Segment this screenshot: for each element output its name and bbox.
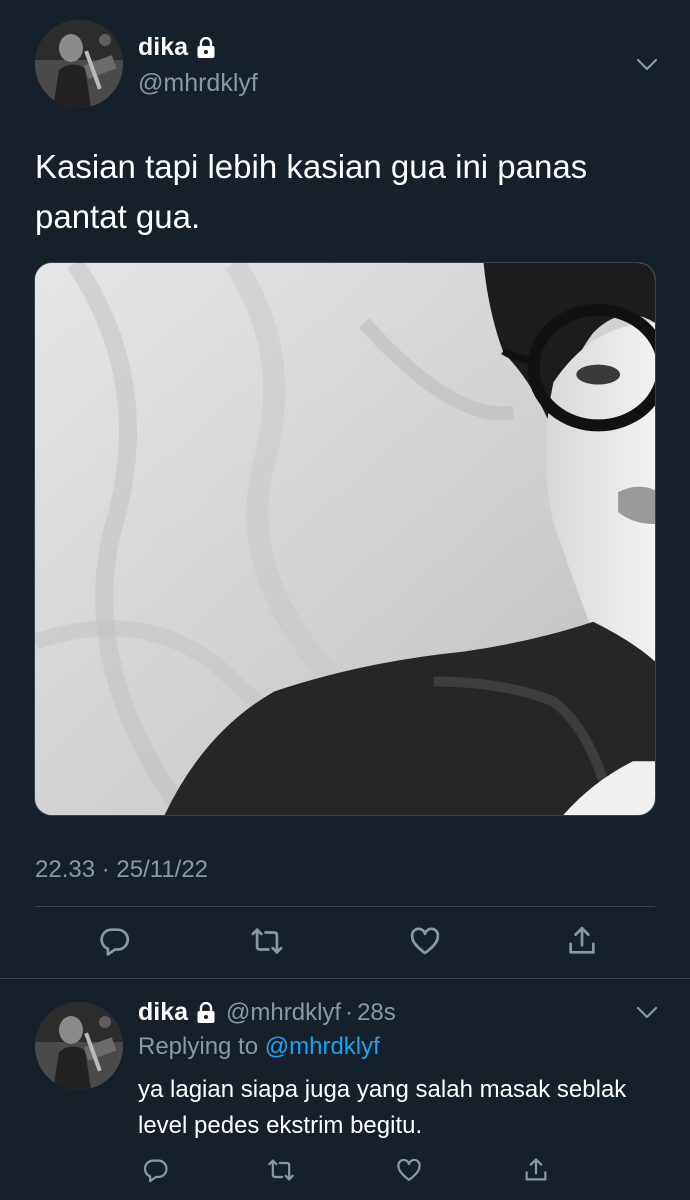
like-icon[interactable] <box>395 1156 423 1184</box>
tweet-photo[interactable] <box>34 262 656 816</box>
reply-icon[interactable] <box>142 1156 170 1184</box>
author-handle[interactable]: @mhrdklyf <box>226 999 341 1027</box>
retweet-icon[interactable] <box>250 924 284 958</box>
avatar[interactable] <box>35 20 123 108</box>
separator-dot: · <box>345 998 354 1026</box>
share-icon[interactable] <box>565 924 599 958</box>
author-handle[interactable]: @mhrdklyf <box>138 69 258 98</box>
share-icon[interactable] <box>522 1156 550 1184</box>
avatar[interactable] <box>35 1002 123 1090</box>
display-name[interactable]: dika <box>138 998 188 1027</box>
reply-author-row[interactable]: dika @mhrdklyf · 28s <box>138 998 396 1027</box>
replying-prefix: Replying to <box>138 1033 259 1060</box>
chevron-down-icon[interactable] <box>636 58 658 72</box>
tweet-text: Kasian tapi lebih kasian gua ini panas p… <box>35 148 588 235</box>
lock-icon <box>196 36 216 59</box>
chevron-down-icon[interactable] <box>636 1006 658 1020</box>
like-icon[interactable] <box>408 924 442 958</box>
reply-text: ya lagian siapa juga yang salah masak se… <box>138 1076 627 1139</box>
display-name[interactable]: dika <box>138 33 188 62</box>
reply-time[interactable]: 28s <box>357 999 396 1027</box>
tweet-timestamp[interactable]: 22.33 · 25/11/22 <box>35 856 208 884</box>
divider <box>0 978 690 979</box>
author-name-row[interactable]: dika <box>138 33 216 62</box>
tweet-detail-screen: dika @mhrdklyf Kasian tapi lebih kasian … <box>0 0 690 1200</box>
divider <box>35 906 655 907</box>
replying-to-link[interactable]: @mhrdklyf <box>265 1033 380 1060</box>
replying-to-line: Replying to @mhrdklyf <box>138 1033 380 1061</box>
lock-icon <box>196 1001 216 1024</box>
retweet-icon[interactable] <box>267 1156 295 1184</box>
reply-icon[interactable] <box>98 924 132 958</box>
